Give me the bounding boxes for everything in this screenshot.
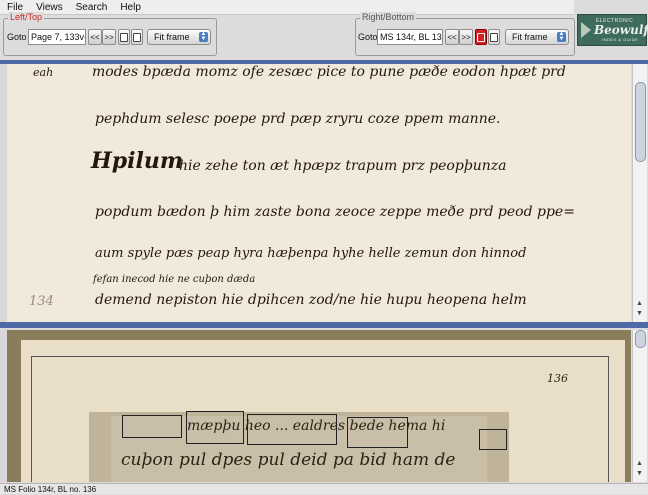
menu-bar: File Views Search Help bbox=[0, 0, 574, 15]
bottom-manuscript-image[interactable]: 136 mæpþu heo ... ealdres bede hema hi c… bbox=[7, 330, 631, 482]
logo-line2: Beowulf bbox=[594, 23, 648, 37]
highlight-box[interactable] bbox=[479, 429, 507, 450]
top-pane-left-gutter bbox=[0, 64, 7, 322]
left-fit-label: Fit frame bbox=[154, 32, 190, 42]
page-icon bbox=[490, 32, 498, 42]
left-goto-button[interactable]: Goto bbox=[7, 29, 27, 45]
bottom-pane-left-gutter bbox=[0, 330, 7, 482]
left-fit-select[interactable]: Fit frame ▲ ▼ bbox=[147, 29, 211, 45]
manuscript-line-3: hie zehe ton æt hpæpz trapum prz peopþun… bbox=[179, 158, 507, 174]
manuscript-line-4: popdum bædon þ him zaste bona zeoce zepp… bbox=[95, 204, 575, 220]
highlight-box[interactable] bbox=[122, 415, 182, 438]
highlight-box[interactable] bbox=[347, 417, 408, 448]
page-icon bbox=[477, 32, 485, 42]
big-initial-word: Hpilum bbox=[91, 148, 184, 174]
menu-file[interactable]: File bbox=[0, 2, 29, 13]
folio-number: 134 bbox=[29, 294, 54, 309]
logo-emblem-icon bbox=[581, 22, 591, 38]
manuscript-line-2: pephdum selesc poepe prd pæp zryru coze … bbox=[95, 111, 501, 127]
electronic-beowulf-logo: ELECTRONIC Beowulf INDEX & GUIDE bbox=[577, 14, 648, 46]
menu-views[interactable]: Views bbox=[29, 2, 69, 13]
right-page-toggle-button-active[interactable] bbox=[475, 29, 487, 45]
scroll-up-icon[interactable]: ▲ bbox=[635, 460, 644, 467]
left-prev-button[interactable]: << bbox=[88, 29, 102, 45]
fragment-line-2: cuþon pul dpes pul deid pa bid ham de bbox=[121, 450, 456, 470]
left-top-legend: Left/Top bbox=[8, 12, 45, 22]
top-scroll-thumb[interactable] bbox=[635, 82, 646, 162]
left-page-toggle-button-2[interactable] bbox=[131, 29, 143, 45]
right-page-field[interactable]: MS 134r, BL 136r bbox=[377, 29, 443, 45]
select-arrows-icon: ▲ ▼ bbox=[557, 31, 566, 42]
select-arrows-icon: ▲ ▼ bbox=[199, 31, 208, 42]
scroll-down-icon[interactable]: ▼ bbox=[635, 470, 644, 477]
right-goto-button[interactable]: Goto bbox=[358, 29, 378, 45]
page-icon bbox=[120, 32, 128, 42]
bottom-pane-scrollbar[interactable]: ▲ ▼ bbox=[632, 330, 647, 482]
margin-note: eah bbox=[33, 66, 54, 79]
pane-splitter[interactable] bbox=[0, 322, 648, 328]
left-page-toggle-button[interactable] bbox=[118, 29, 130, 45]
menu-help[interactable]: Help bbox=[113, 2, 147, 13]
bottom-scroll-thumb[interactable] bbox=[635, 330, 646, 348]
status-bar: MS Folio 134r, BL no. 136 bbox=[0, 483, 648, 494]
scroll-up-icon[interactable]: ▲ bbox=[635, 300, 644, 307]
top-manuscript-image[interactable]: eah modes bpæda momz ofe zesæc pice to p… bbox=[7, 64, 631, 322]
manuscript-line-1: modes bpæda momz ofe zesæc pice to pune … bbox=[92, 64, 566, 80]
logo-line3: INDEX & GUIDE bbox=[602, 37, 639, 42]
scroll-down-icon[interactable]: ▼ bbox=[635, 310, 644, 317]
left-page-field[interactable]: Page 7, 133v-r bbox=[28, 29, 86, 45]
top-pane-scrollbar[interactable]: ▲ ▼ bbox=[632, 64, 647, 322]
manuscript-line-6: demend nepiston hie dpihcen zod/ne hie h… bbox=[95, 292, 527, 308]
right-bottom-controls: Right/Bottom Goto MS 134r, BL 136r << >>… bbox=[355, 12, 575, 56]
left-next-button[interactable]: >> bbox=[102, 29, 116, 45]
left-top-controls: Left/Top Goto Page 7, 133v-r << >> Fit f… bbox=[3, 12, 217, 56]
menu-search[interactable]: Search bbox=[69, 2, 114, 13]
interlinear-gloss: fefan inecod hie ne cuþon dæda bbox=[93, 274, 256, 285]
folio-number-136: 136 bbox=[547, 372, 568, 385]
page-icon bbox=[133, 32, 141, 42]
highlight-box[interactable] bbox=[247, 414, 337, 445]
manuscript-line-5: aum spyle pæs peap hyra hæþenpa hyhe hel… bbox=[95, 246, 527, 261]
highlight-box[interactable] bbox=[186, 411, 244, 444]
right-fit-label: Fit frame bbox=[512, 32, 548, 42]
right-next-button[interactable]: >> bbox=[459, 29, 473, 45]
right-prev-button[interactable]: << bbox=[445, 29, 459, 45]
right-bottom-legend: Right/Bottom bbox=[360, 12, 417, 22]
right-page-toggle-button[interactable] bbox=[488, 29, 500, 45]
right-fit-select[interactable]: Fit frame ▲ ▼ bbox=[505, 29, 569, 45]
